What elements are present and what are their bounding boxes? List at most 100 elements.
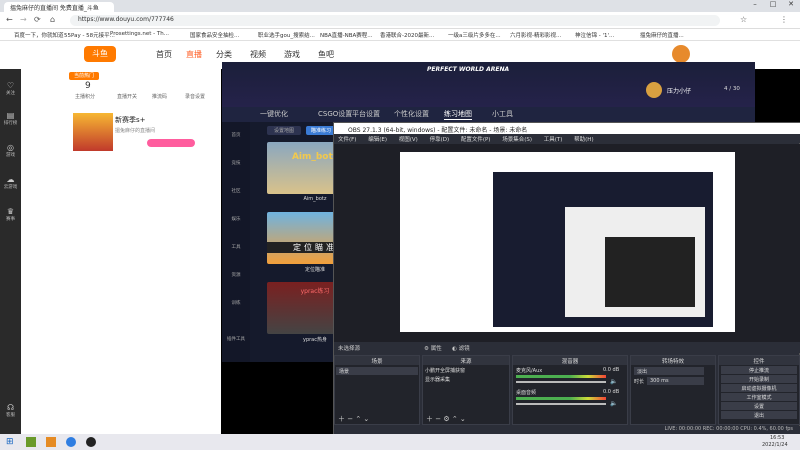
bookmark[interactable]: 职业选手gou_搜索结... [258,31,315,39]
dock-title: 来源 [423,356,509,365]
address-bar-row: ← → ⟳ ⌂ https://www.douyu.com/777746 ☆ ⋮ [0,12,800,29]
arena-count: 4 / 30 [724,86,740,92]
action-button[interactable] [147,139,195,147]
app-icon[interactable] [26,437,36,447]
properties-button[interactable]: ⚙ 属性 [424,344,442,352]
tab-platform[interactable]: 平台设置 [352,109,380,119]
bookmark[interactable]: 55Pay - 58元接平... [64,31,115,39]
url-input[interactable]: https://www.douyu.com/777746 [70,15,720,26]
duration-input[interactable]: 300 ms [647,377,704,385]
menu-icon[interactable]: ⋮ [780,15,788,24]
subtab-maps[interactable]: 设置地图 [267,126,301,135]
bookmark[interactable]: 国家食品安全抽检... [190,31,239,39]
transition-select[interactable]: 淡出 [634,367,704,375]
home-icon[interactable]: ⌂ [50,15,55,24]
nav-service[interactable]: ☊ 客服 [0,403,21,418]
speaker-icon[interactable]: 🔈 [610,400,617,407]
side-item[interactable]: 社区 [226,188,246,194]
arena-sidebar: 首页 竞技 社区 娱乐 工具 资源 训练 插件工具 [222,122,250,362]
gamepad-icon: ◎ [7,143,14,152]
tab-tools[interactable]: 小工具 [492,109,513,119]
side-item[interactable]: 资源 [226,272,246,278]
side-item[interactable]: 首页 [226,132,246,138]
nav-fishbar[interactable]: 鱼吧 [318,49,334,60]
minimize-icon[interactable]: – [746,0,764,12]
maximize-icon[interactable]: □ [764,0,782,12]
back-icon[interactable]: ← [6,15,13,24]
menu-profile[interactable]: 配置文件(P) [461,137,491,143]
reload-icon[interactable]: ⟳ [34,15,41,24]
add-icon[interactable]: ＋ − ⌃ ⌄ [338,414,369,424]
side-item[interactable]: 竞技 [226,160,246,166]
windows-start-icon[interactable]: ⊞ [6,437,14,447]
bookmark[interactable]: Prosettings.net - Th... [110,31,169,37]
obs-window: OBS 27.1.3 (64-bit, windows) - 配置文件: 未命名… [333,122,800,434]
volume-slider[interactable] [516,381,606,383]
source-item[interactable]: 小鹏开全屏捕获窗 [425,367,507,374]
bookmark[interactable]: 一级a三级片多多在... [448,31,501,39]
nav-game[interactable]: 游戏 [284,49,300,60]
tab-csgo[interactable]: CSGO设置 [318,109,352,119]
rank-icon: ▤ [6,111,15,120]
virtual-camera-button[interactable]: 启动虚拟摄像机 [721,384,797,392]
obs-preview[interactable] [334,144,800,342]
edge-icon[interactable] [66,437,76,447]
side-item[interactable]: 工具 [226,244,246,250]
audio-settings[interactable]: 录音设置 [185,93,205,100]
app-icon[interactable] [46,437,56,447]
streamer-avatar[interactable] [73,113,113,151]
source-item[interactable]: 显示器采集 [425,376,507,383]
nav-games[interactable]: ◎ 游戏 [0,143,21,158]
nav-follow[interactable]: ♡ 关注 [0,81,21,96]
menu-tools[interactable]: 工具(T) [544,137,563,143]
bookmark[interactable]: 六月影视-精彩影视... [510,31,561,39]
close-icon[interactable]: ✕ [782,0,800,12]
volume-slider[interactable] [516,403,606,405]
scene-item[interactable]: 场景 [336,367,418,375]
bookmark[interactable]: 搵兔麻仔的直播... [640,31,684,39]
nav-category[interactable]: 分类 [216,49,232,60]
arena-avatar[interactable] [646,82,662,98]
douyu-logo[interactable]: 斗鱼 [84,46,116,62]
studio-mode-button[interactable]: 工作室模式 [721,393,797,401]
speaker-icon[interactable]: 🔈 [610,378,617,385]
side-item[interactable]: 插件工具 [224,336,248,342]
nav-video[interactable]: 视频 [250,49,266,60]
cloud-icon: ☁ [6,175,15,184]
streamer-room: 搵兔麻仔的直播间 [115,128,156,134]
side-item[interactable]: 娱乐 [226,216,246,222]
bookmark[interactable]: 香港联合-2020最新... [380,31,434,39]
avatar[interactable] [672,45,690,63]
nav-home[interactable]: 首页 [156,49,172,60]
menu-scene-collection[interactable]: 场景集合(S) [502,137,532,143]
live-toggle[interactable]: 直播开关 [117,93,137,100]
settings-button[interactable]: 设置 [721,402,797,410]
add-icon[interactable]: ＋ − ⚙ ⌃ ⌄ [426,414,466,424]
menu-dock[interactable]: 停靠(D) [430,137,450,143]
filters-button[interactable]: ◐ 滤镜 [452,344,470,352]
menu-file[interactable]: 文件(F) [338,137,356,143]
forward-icon[interactable]: → [20,15,27,24]
nav-events[interactable]: ♛ 赛事 [0,207,21,222]
obs-icon[interactable] [86,437,96,447]
exit-button[interactable]: 退出 [721,411,797,419]
bookmark[interactable]: 神泣信锦 - '1'... [575,31,614,39]
subtab-aim[interactable]: 瞄准练习 [306,126,336,135]
tab-personal[interactable]: 个性化设置 [394,109,429,119]
menu-help[interactable]: 帮助(H) [574,137,593,143]
stop-streaming-button[interactable]: 停止推流 [721,366,797,374]
nav-live[interactable]: 直播 [186,49,202,60]
bookmark[interactable]: NBA直播-NBA赛程... [320,31,373,39]
star-icon[interactable]: ☆ [740,15,747,24]
nav-cloudgame[interactable]: ☁ 云游戏 [0,175,21,190]
push-code[interactable]: 推流码 [152,93,167,100]
nav-rank[interactable]: ▤ 排行榜 [0,111,21,126]
menu-view[interactable]: 视图(V) [399,137,418,143]
menu-edit[interactable]: 编辑(E) [368,137,387,143]
tab-optimize[interactable]: 一键优化 [260,109,288,119]
start-recording-button[interactable]: 开始录制 [721,375,797,383]
browser-tab[interactable]: 搵兔麻仔的直播间 免费直播_斗鱼 [4,2,114,12]
side-item[interactable]: 训练 [226,300,246,306]
tab-practice-map[interactable]: 练习地图 [444,109,472,120]
bookmark[interactable]: 百度一下，你就知道 [14,31,64,39]
